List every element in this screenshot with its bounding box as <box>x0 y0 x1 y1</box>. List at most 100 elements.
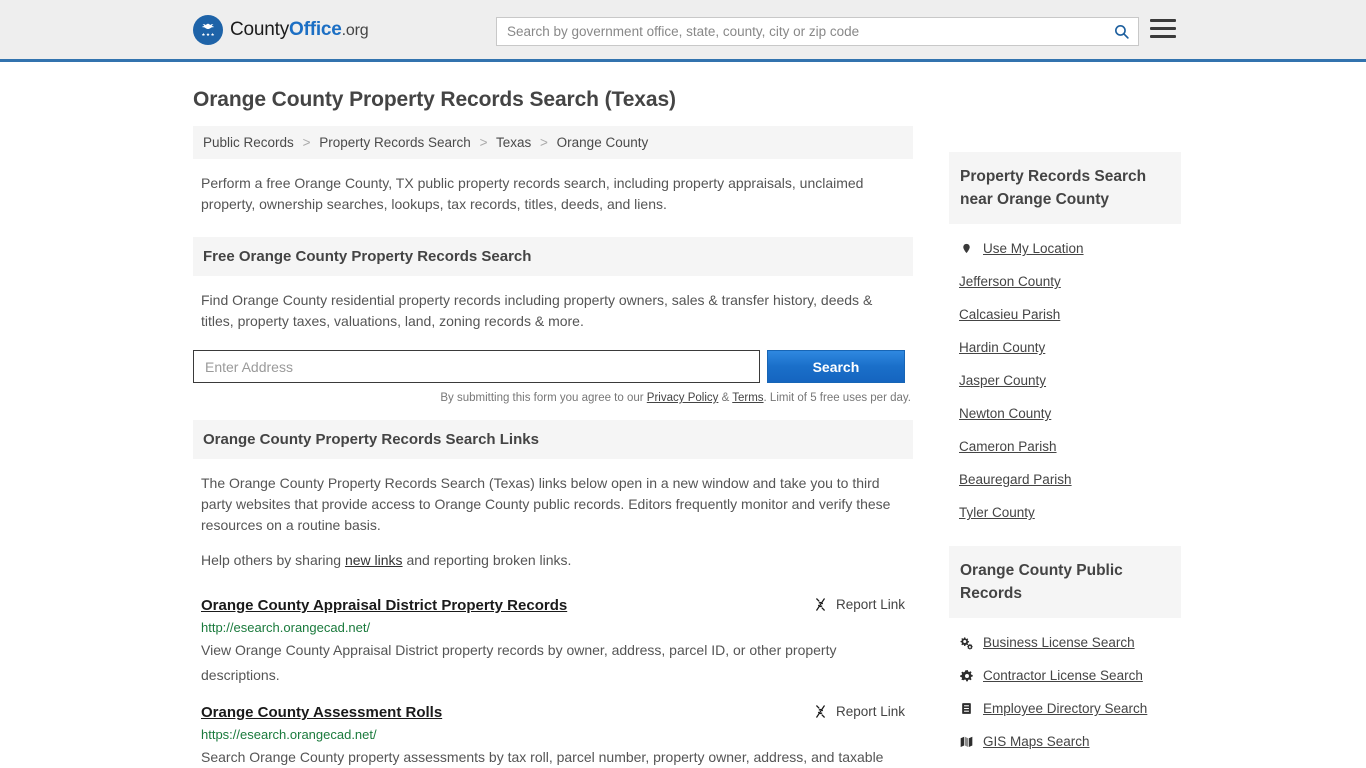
sidebar-item-jasper-county[interactable]: Jasper County <box>959 364 1179 397</box>
sidebar-item-use-my-location[interactable]: Use My Location <box>959 232 1179 265</box>
breadcrumb-item-public-records[interactable]: Public Records <box>203 135 294 150</box>
sidebar-item-hardin-county[interactable]: Hardin County <box>959 331 1179 364</box>
sidebar-item-newton-county[interactable]: Newton County <box>959 397 1179 430</box>
page-container: Orange County Property Records Search (T… <box>0 88 1366 768</box>
nearby-counties-heading: Property Records Search near Orange Coun… <box>949 152 1181 224</box>
sidebar-item-label: Tyler County <box>959 505 1035 520</box>
logo-wordmark: CountyOffice.org <box>230 18 369 41</box>
header-search-input[interactable] <box>497 18 1104 45</box>
result-item: Orange County Appraisal District Propert… <box>193 575 913 688</box>
nearby-counties-list: Use My Location Jefferson County Calcasi… <box>949 224 1181 529</box>
breadcrumb-item-texas[interactable]: Texas <box>496 135 531 150</box>
search-submit-button[interactable] <box>1104 18 1138 45</box>
gears-icon <box>959 636 974 650</box>
new-links-link[interactable]: new links <box>345 552 403 568</box>
public-records-heading: Orange County Public Records <box>949 546 1181 618</box>
sidebar: Property Records Search near Orange Coun… <box>949 126 1181 768</box>
free-search-description: Find Orange County residential property … <box>201 292 873 329</box>
header-search-bar[interactable] <box>496 17 1139 46</box>
breadcrumb-item-property-records-search[interactable]: Property Records Search <box>319 135 471 150</box>
broken-link-icon <box>816 705 825 718</box>
sidebar-item-label: Contractor License Search <box>983 668 1143 683</box>
privacy-policy-link[interactable]: Privacy Policy <box>647 392 719 404</box>
main-column: Public Records > Property Records Search… <box>193 126 913 768</box>
sidebar-item-business-license-search[interactable]: Business License Search <box>959 626 1179 659</box>
result-url[interactable]: http://esearch.orangecad.net/ <box>201 620 905 635</box>
address-search-button[interactable]: Search <box>766 350 905 383</box>
eagle-emblem-icon <box>193 14 223 45</box>
gear-icon <box>959 669 974 683</box>
breadcrumb-separator: > <box>540 135 548 150</box>
report-link-label: Report Link <box>835 597 905 612</box>
terms-link[interactable]: Terms <box>732 392 763 404</box>
report-link-label: Report Link <box>835 704 905 719</box>
nearby-counties-block: Property Records Search near Orange Coun… <box>949 152 1181 529</box>
links-section-heading: Orange County Property Records Search Li… <box>193 420 913 459</box>
sidebar-item-jefferson-county[interactable]: Jefferson County <box>959 265 1179 298</box>
public-records-list: Business License Search Contractor Licen… <box>949 618 1181 768</box>
content-columns: Public Records > Property Records Search… <box>193 126 1181 768</box>
sidebar-item-gis-maps-search[interactable]: GIS Maps Search <box>959 725 1179 758</box>
hamburger-bar <box>1150 19 1176 22</box>
breadcrumb: Public Records > Property Records Search… <box>193 126 913 159</box>
sidebar-item-employee-directory-search[interactable]: Employee Directory Search <box>959 692 1179 725</box>
hamburger-bar <box>1150 35 1176 38</box>
legal-prefix: By submitting this form you agree to our <box>440 392 647 404</box>
share-prefix: Help others by sharing <box>201 552 345 568</box>
sidebar-item-label: GIS Maps Search <box>983 734 1090 749</box>
sidebar-item-beauregard-parish[interactable]: Beauregard Parish <box>959 463 1179 496</box>
page-intro-text: Perform a free Orange County, TX public … <box>201 175 864 212</box>
result-header: Orange County Assessment Rolls Report Li… <box>201 704 905 721</box>
hamburger-bar <box>1150 27 1176 30</box>
sidebar-item-label: Use My Location <box>983 241 1084 256</box>
report-link-button[interactable]: Report Link <box>799 597 905 612</box>
breadcrumb-separator: > <box>302 135 311 150</box>
breadcrumb-item-orange-county[interactable]: Orange County <box>557 135 649 150</box>
sidebar-item-label: Jasper County <box>959 373 1047 388</box>
page-title: Orange County Property Records Search (T… <box>193 88 676 111</box>
logo-part-county: County <box>230 18 290 40</box>
result-title-link[interactable]: Orange County Assessment Rolls <box>201 704 442 721</box>
sidebar-item-label: Newton County <box>959 406 1052 421</box>
site-logo[interactable]: CountyOffice.org <box>193 14 369 45</box>
result-title-link[interactable]: Orange County Appraisal District Propert… <box>201 597 567 614</box>
sidebar-item-label: Hardin County <box>959 340 1046 355</box>
links-section-description: The Orange County Property Records Searc… <box>201 475 891 533</box>
result-description: Search Orange County property assessment… <box>201 749 884 765</box>
breadcrumb-separator: > <box>479 135 488 150</box>
logo-part-office: Office <box>289 18 342 40</box>
address-search-form: Search <box>193 350 905 383</box>
sidebar-item-tyler-county[interactable]: Tyler County <box>959 496 1179 529</box>
sidebar-item-label: Cameron Parish <box>959 439 1057 454</box>
report-link-button[interactable]: Report Link <box>799 704 905 719</box>
free-search-heading: Free Orange County Property Records Sear… <box>193 237 913 276</box>
sidebar-item-cameron-parish[interactable]: Cameron Parish <box>959 430 1179 463</box>
form-legal-text: By submitting this form you agree to our… <box>193 392 913 404</box>
sidebar-item-label: Employee Directory Search <box>983 701 1148 716</box>
public-records-block: Orange County Public Records Business Li… <box>949 546 1181 768</box>
site-header: CountyOffice.org <box>0 0 1366 62</box>
result-url[interactable]: https://esearch.orangecad.net/ <box>201 727 905 742</box>
share-links-text: Help others by sharing new links and rep… <box>193 540 913 575</box>
result-header: Orange County Appraisal District Propert… <box>201 597 905 614</box>
sidebar-item-calcasieu-parish[interactable]: Calcasieu Parish <box>959 298 1179 331</box>
map-pin-icon <box>959 241 974 256</box>
sidebar-item-label: Business License Search <box>983 635 1135 650</box>
map-icon <box>959 735 974 749</box>
hamburger-menu-icon[interactable] <box>1150 19 1176 38</box>
sidebar-item-land-records-search[interactable]: Land Records Search <box>959 758 1179 768</box>
legal-suffix: . Limit of 5 free uses per day. <box>763 392 911 404</box>
result-description: View Orange County Appraisal District pr… <box>201 642 837 683</box>
sidebar-item-contractor-license-search[interactable]: Contractor License Search <box>959 659 1179 692</box>
address-book-icon <box>959 701 974 716</box>
broken-link-icon <box>816 598 825 611</box>
sidebar-item-label: Calcasieu Parish <box>959 307 1061 322</box>
logo-part-tld: .org <box>341 21 369 39</box>
result-item: Orange County Assessment Rolls Report Li… <box>193 688 913 768</box>
share-suffix: and reporting broken links. <box>402 552 572 568</box>
sidebar-item-label: Beauregard Parish <box>959 472 1072 487</box>
search-icon <box>1114 25 1129 39</box>
legal-amp: & <box>718 392 733 404</box>
address-input[interactable] <box>193 350 760 383</box>
sidebar-item-label: Jefferson County <box>959 274 1061 289</box>
